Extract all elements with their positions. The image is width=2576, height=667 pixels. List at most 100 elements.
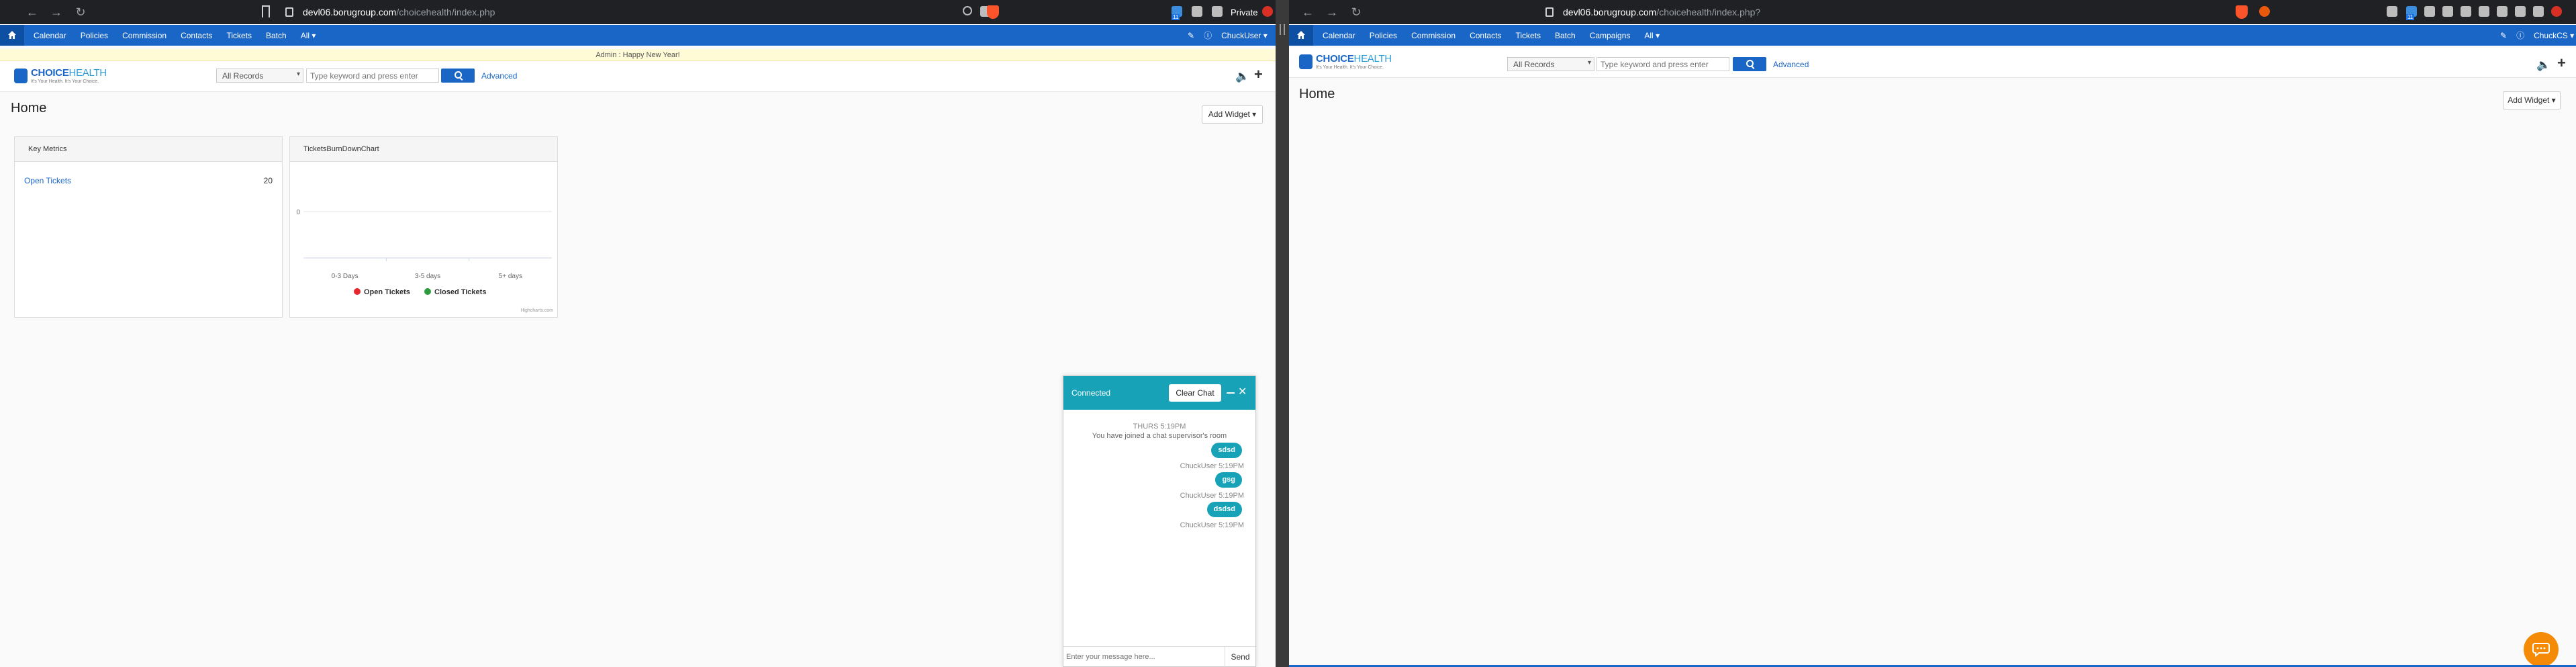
metric-value: 20	[263, 176, 273, 185]
back-icon[interactable]: ←	[20, 5, 44, 19]
reading-icon[interactable]	[2424, 6, 2435, 17]
home-button[interactable]	[0, 25, 24, 46]
nav-item-contacts[interactable]: Contacts	[181, 31, 212, 40]
reload-icon[interactable]: ↻	[1344, 5, 1368, 19]
nav-item-batch[interactable]: Batch	[1555, 31, 1576, 40]
logo[interactable]: CHOICEHEALTH It's Your Health. It's Your…	[14, 67, 115, 87]
private-label: Private	[1231, 7, 1258, 17]
user-menu[interactable]: ChuckCS ▾	[2534, 31, 2574, 40]
browser-nav-buttons: ← → ↻	[20, 0, 93, 24]
wallet-icon[interactable]	[2461, 6, 2471, 17]
chat-window: Connected Clear Chat ✕ THURS 5:19PM You …	[1063, 375, 1256, 667]
pencil-icon[interactable]: ✎	[1188, 31, 1194, 40]
add-icon[interactable]: +	[2557, 56, 2566, 71]
chat-message-meta: ChuckUser 5:19PM	[1180, 492, 1244, 500]
announcement-icon[interactable]: 🔈	[1235, 71, 1249, 82]
search-button[interactable]	[1733, 57, 1766, 71]
minimize-icon[interactable]	[1227, 392, 1235, 394]
search-input[interactable]	[306, 69, 439, 83]
user-menu[interactable]: ChuckUser ▾	[1221, 31, 1268, 40]
bookmark-icon[interactable]	[262, 5, 270, 17]
brave-shield-icon[interactable]	[2236, 5, 2248, 19]
address-bar[interactable]: devl06.borugroup.com/choicehealth/index.…	[1531, 3, 2202, 21]
chat-bubble-icon	[2532, 643, 2550, 657]
bookmarks-icon[interactable]	[2442, 6, 2453, 17]
advanced-search-link[interactable]: Advanced	[481, 71, 517, 81]
back-icon[interactable]: ←	[1296, 5, 1320, 19]
logo[interactable]: CHOICEHEALTH It's Your Health. It's Your…	[1299, 53, 1400, 73]
add-icon[interactable]: +	[1254, 67, 1263, 82]
send-button[interactable]: Send	[1225, 647, 1255, 667]
logo-mark-icon	[1299, 54, 1313, 69]
x-tick-label: 3-5 days	[415, 273, 440, 280]
nav-item-policies[interactable]: Policies	[1370, 31, 1397, 40]
nav-item-tickets[interactable]: Tickets	[226, 31, 252, 40]
nav-item-commission[interactable]: Commission	[122, 31, 166, 40]
profile-icon[interactable]	[1262, 6, 1273, 17]
vpn-icon[interactable]	[1212, 6, 1223, 17]
left-browser-window: ← → ↻ devl06.borugroup.com/choicehealth/…	[0, 0, 1276, 667]
info-icon[interactable]: ⓘ	[2516, 30, 2524, 41]
burndown-chart-widget: TicketsBurnDownChart 0 0-3 Days 3-5 days 5+…	[289, 136, 558, 318]
key-metrics-widget: Key Metrics Open Tickets 20	[14, 136, 283, 318]
puzzle-icon[interactable]	[1192, 6, 1202, 17]
sidebar-icon[interactable]	[2479, 6, 2489, 17]
chat-message-meta: ChuckUser 5:19PM	[1180, 462, 1244, 470]
advanced-search-link[interactable]: Advanced	[1773, 60, 1809, 69]
add-widget-button[interactable]: Add Widget ▾	[1202, 105, 1263, 124]
nav-item-all[interactable]: All ▾	[1644, 31, 1660, 40]
password-icon[interactable]	[2497, 6, 2508, 17]
search-input[interactable]	[1596, 57, 1729, 71]
metric-label[interactable]: Open Tickets	[24, 176, 71, 185]
divider-grip-icon	[1280, 24, 1285, 35]
chart-credits: Highcharts.com	[520, 308, 553, 313]
legend-label: Closed Tickets	[434, 288, 486, 296]
nav-item-tickets[interactable]: Tickets	[1515, 31, 1541, 40]
puzzle-icon[interactable]	[2533, 6, 2544, 17]
record-select[interactable]: All Records	[216, 69, 303, 83]
rewards-icon[interactable]	[2259, 6, 2270, 17]
nav-item-all[interactable]: All ▾	[301, 31, 316, 40]
right-browser-window: ← → ↻ devl06.borugroup.com/choicehealth/…	[1289, 0, 2576, 667]
clear-chat-button[interactable]: Clear Chat	[1169, 384, 1221, 402]
forward-icon[interactable]: →	[44, 5, 68, 19]
add-widget-button[interactable]: Add Widget ▾	[2503, 91, 2561, 109]
chat-message: sdsd	[1211, 443, 1242, 458]
nav-item-policies[interactable]: Policies	[81, 31, 108, 40]
search-icon[interactable]	[963, 6, 972, 15]
home-button[interactable]	[1289, 25, 1313, 46]
nav-item-calendar[interactable]: Calendar	[34, 31, 66, 40]
x-tick-label: 5+ days	[499, 273, 522, 280]
chat-launcher-button[interactable]	[2524, 632, 2559, 667]
pencil-icon[interactable]: ✎	[2500, 31, 2507, 40]
nav-item-calendar[interactable]: Calendar	[1323, 31, 1355, 40]
calendar-ext-icon[interactable]	[2515, 6, 2526, 17]
forward-icon[interactable]: →	[1320, 5, 1344, 19]
y-tick-label: 0	[296, 209, 300, 216]
profile-icon[interactable]	[2551, 6, 2562, 17]
burndown-chart: 0 0-3 Days 3-5 days 5+ days Open Tickets Clos…	[296, 209, 553, 313]
url-host: devl06.borugroup.com	[303, 7, 397, 17]
nav-item-contacts[interactable]: Contacts	[1470, 31, 1501, 40]
nav-item-campaigns[interactable]: Campaigns	[1590, 31, 1631, 40]
tabs-icon[interactable]	[2387, 6, 2397, 17]
record-select[interactable]: All Records	[1507, 57, 1594, 71]
announcement-icon[interactable]: 🔈	[2536, 59, 2550, 71]
chat-status: Connected	[1071, 388, 1111, 398]
user-name: ChuckCS	[2534, 30, 2568, 40]
logo-tagline: It's Your Health. It's Your Choice.	[31, 79, 99, 84]
page-title: Home	[1299, 87, 1335, 101]
close-icon[interactable]: ✕	[1238, 386, 1247, 398]
window-divider[interactable]	[1276, 0, 1289, 667]
url-host: devl06.borugroup.com	[1563, 7, 1657, 17]
address-bar[interactable]: devl06.borugroup.com/choicehealth/index.…	[285, 3, 957, 21]
nav-item-commission[interactable]: Commission	[1411, 31, 1456, 40]
reload-icon[interactable]: ↻	[68, 5, 93, 19]
chat-message-input[interactable]	[1066, 650, 1225, 664]
logo-name-1: CHOICE	[1316, 53, 1354, 64]
nav-item-batch[interactable]: Batch	[266, 31, 287, 40]
info-icon[interactable]: ⓘ	[1204, 30, 1212, 41]
announcement-bar: Admin : Happy New Year!	[0, 49, 1276, 61]
brave-shield-icon[interactable]	[987, 5, 999, 19]
search-button[interactable]	[441, 69, 475, 83]
